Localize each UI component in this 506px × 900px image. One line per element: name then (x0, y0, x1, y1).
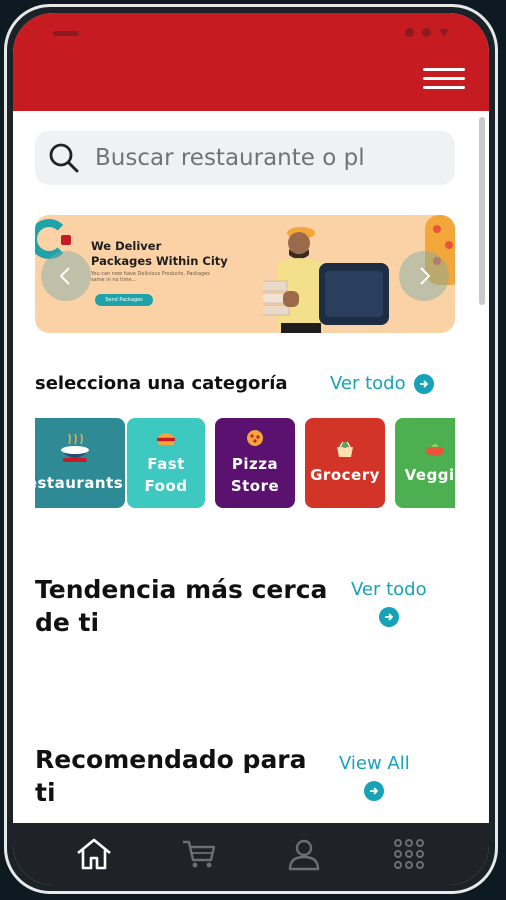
category-section-title: selecciona una categoría (35, 373, 288, 394)
carousel-next-button[interactable] (399, 251, 449, 301)
send-packages-button[interactable]: Send Packages (95, 294, 153, 306)
banner-title: We Deliver Packages Within City (91, 239, 228, 268)
user-icon (288, 839, 319, 871)
status-bar-icons (405, 28, 449, 37)
carousel-prev-button[interactable] (41, 251, 91, 301)
search-input[interactable] (95, 145, 415, 171)
bottom-navigation (13, 823, 489, 885)
category-pizza-store[interactable]: Pizza Store (215, 418, 295, 508)
pizza-icon (247, 430, 263, 446)
arrow-right-icon (364, 781, 385, 801)
search-bar[interactable] (35, 131, 455, 185)
phone-frame: We Deliver Packages Within City You can … (4, 4, 498, 894)
burger-icon (157, 433, 175, 445)
category-label: Pizza Store (230, 455, 280, 495)
recommended-see-all-link[interactable]: View All (339, 753, 410, 807)
status-bar-pill (53, 31, 79, 36)
arrow-right-icon (378, 607, 399, 627)
cart-icon (182, 840, 215, 868)
recommended-section-title: Recomendado para ti (35, 745, 307, 807)
app-screen: We Deliver Packages Within City You can … (13, 13, 489, 885)
delivery-person-illustration (263, 227, 389, 333)
category-carousel[interactable]: estaurants Fast Food Pizza Store Grocery… (35, 418, 455, 508)
grid-menu-icon (393, 839, 424, 869)
nav-profile[interactable] (284, 834, 324, 874)
arrow-right-icon (413, 373, 434, 394)
trending-section-title: Tendencia más cerca de ti (35, 575, 328, 637)
nav-home[interactable] (74, 834, 114, 874)
category-label: Veggie (404, 466, 455, 484)
search-icon (49, 143, 79, 173)
category-veggie[interactable]: Veggie (395, 418, 455, 508)
category-fast-food[interactable]: Fast Food (127, 418, 205, 508)
banner-body: You can now have Delicious Products, Pac… (91, 271, 210, 283)
category-label: Grocery (310, 466, 380, 484)
see-all-label: Ver todo (330, 373, 406, 394)
nav-cart[interactable] (179, 834, 219, 874)
chevron-left-icon (59, 267, 70, 285)
scrollbar[interactable] (479, 117, 485, 305)
see-all-label: Ver todo (351, 579, 427, 600)
trending-see-all-link[interactable]: Ver todo (351, 579, 427, 633)
veggie-icon (426, 444, 444, 456)
nav-more[interactable] (389, 834, 429, 874)
see-all-label: View All (339, 753, 410, 774)
banner-decoration (61, 235, 71, 245)
category-label: estaurants (35, 474, 124, 492)
promo-banner[interactable]: We Deliver Packages Within City You can … (35, 215, 455, 333)
hamburger-menu-icon[interactable] (423, 68, 465, 92)
food-bowl-icon (61, 433, 89, 462)
top-app-bar (13, 13, 489, 111)
category-restaurants[interactable]: estaurants (35, 418, 125, 508)
home-icon (76, 838, 111, 870)
chevron-right-icon (420, 267, 431, 285)
category-grocery[interactable]: Grocery (305, 418, 385, 508)
category-label: Fast Food (144, 455, 188, 495)
basket-icon (337, 441, 353, 457)
categories-see-all-link[interactable]: Ver todo (330, 373, 434, 394)
